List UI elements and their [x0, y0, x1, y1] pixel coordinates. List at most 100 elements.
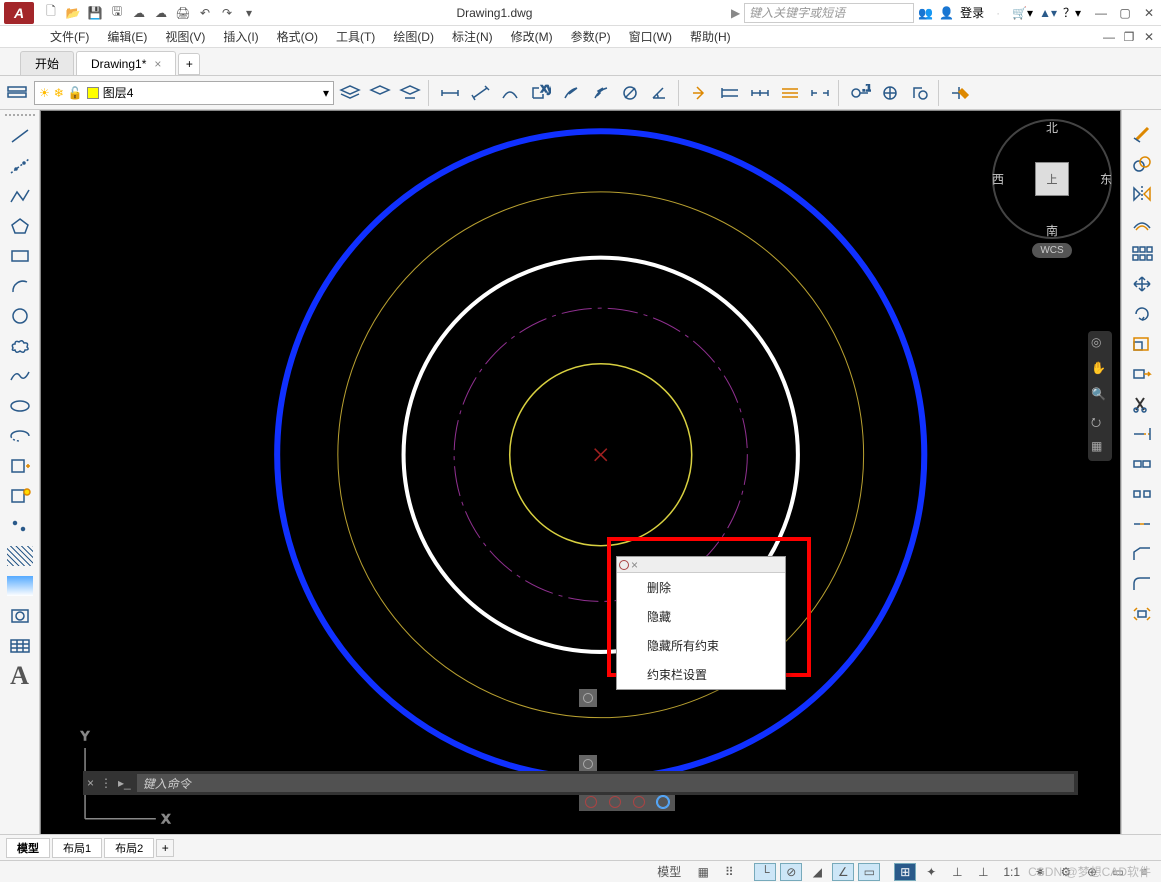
tolerance-icon[interactable]: .1: [846, 79, 874, 107]
layout-tab-layout2[interactable]: 布局2: [104, 838, 154, 858]
viewcube-north[interactable]: 北: [1046, 119, 1058, 136]
app-icon[interactable]: ▲▾: [1039, 6, 1057, 20]
sb-3dsnap-icon[interactable]: ⊥: [972, 863, 994, 881]
inspect-icon[interactable]: [906, 79, 934, 107]
menu-draw[interactable]: 绘图(D): [393, 28, 434, 45]
stretch-icon[interactable]: [1126, 360, 1158, 388]
chamfer-icon[interactable]: [1126, 540, 1158, 568]
explode-icon[interactable]: [1126, 600, 1158, 628]
search-input[interactable]: 键入关键字或短语: [744, 3, 914, 23]
menu-edit[interactable]: 编辑(E): [107, 28, 147, 45]
cloud-open-icon[interactable]: ☁: [130, 4, 148, 22]
sb-scale-label[interactable]: 1:1: [998, 863, 1025, 881]
array-icon[interactable]: [1126, 240, 1158, 268]
sb-model-button[interactable]: 模型: [650, 863, 688, 881]
make-block-icon[interactable]: [4, 482, 36, 510]
viewcube[interactable]: 上 北 南 东 西 WCS: [992, 119, 1112, 269]
redo-icon[interactable]: ↷: [218, 4, 236, 22]
sb-cycling-icon[interactable]: ⊥: [946, 863, 968, 881]
menu-dimension[interactable]: 标注(N): [452, 28, 493, 45]
tab-drawing1[interactable]: Drawing1* ×: [76, 51, 176, 75]
orbit-icon[interactable]: ⭮: [1091, 413, 1109, 431]
cmd-close-icon[interactable]: ×: [87, 776, 94, 790]
tab-add-button[interactable]: +: [178, 53, 200, 75]
menu-view[interactable]: 视图(V): [165, 28, 205, 45]
menu-tools[interactable]: 工具(T): [336, 28, 375, 45]
menu-insert[interactable]: 插入(I): [223, 28, 258, 45]
rectangle-icon[interactable]: [4, 242, 36, 270]
dim-edit-icon[interactable]: [946, 79, 974, 107]
mirror-icon[interactable]: [1126, 180, 1158, 208]
sb-snap-icon[interactable]: ⠿: [718, 863, 740, 881]
dim-angular-icon[interactable]: [646, 79, 674, 107]
hatch-icon[interactable]: [4, 542, 36, 570]
polygon-icon[interactable]: [4, 212, 36, 240]
rotate-icon[interactable]: [1126, 300, 1158, 328]
dim-linear-icon[interactable]: [436, 79, 464, 107]
constraint-bar[interactable]: [579, 793, 675, 811]
context-menu-delete[interactable]: 删除: [617, 573, 785, 602]
menu-format[interactable]: 格式(O): [277, 28, 318, 45]
sb-ortho-icon[interactable]: └: [754, 863, 776, 881]
tab-close-icon[interactable]: ×: [154, 57, 161, 71]
wheel-icon[interactable]: ◎: [1091, 335, 1109, 353]
save-icon[interactable]: 💾: [86, 4, 104, 22]
layer-properties-icon[interactable]: [4, 79, 32, 107]
layout-tab-layout1[interactable]: 布局1: [52, 838, 102, 858]
doc-restore-icon[interactable]: ❐: [1121, 29, 1137, 45]
trim-icon[interactable]: [1126, 390, 1158, 418]
context-menu-settings[interactable]: 约束栏设置: [617, 660, 785, 689]
dim-arc-icon[interactable]: [496, 79, 524, 107]
quick-dim-icon[interactable]: [686, 79, 714, 107]
undo-icon[interactable]: ↶: [196, 4, 214, 22]
join-icon[interactable]: [1126, 510, 1158, 538]
menu-help[interactable]: 帮助(H): [690, 28, 731, 45]
viewcube-south[interactable]: 南: [1046, 222, 1058, 239]
pan-icon[interactable]: ✋: [1091, 361, 1109, 379]
layer-states-icon[interactable]: [336, 79, 364, 107]
plot-icon[interactable]: 🖨: [174, 4, 192, 22]
menu-parametric[interactable]: 参数(P): [571, 28, 611, 45]
drawing-canvas[interactable]: YX × 删除 隐藏 隐藏所有约束 约束栏设置 上 北 南 东 西 WCS: [40, 110, 1121, 840]
doc-close-icon[interactable]: ✕: [1141, 29, 1157, 45]
dim-continue-icon[interactable]: [746, 79, 774, 107]
polyline-icon[interactable]: [4, 182, 36, 210]
ellipse-icon[interactable]: [4, 392, 36, 420]
dim-space-icon[interactable]: [776, 79, 804, 107]
dim-ordinate-icon[interactable]: xy: [526, 79, 554, 107]
grip-icon[interactable]: [5, 114, 35, 120]
doc-minimize-icon[interactable]: —: [1101, 29, 1117, 45]
wcs-badge[interactable]: WCS: [1032, 243, 1071, 258]
menu-modify[interactable]: 修改(M): [511, 28, 553, 45]
sb-otrack-icon[interactable]: ▭: [858, 863, 880, 881]
break-point-icon[interactable]: [1126, 450, 1158, 478]
sb-iso-icon[interactable]: ◢: [806, 863, 828, 881]
table-icon[interactable]: [4, 632, 36, 660]
context-menu-hide[interactable]: 隐藏: [617, 602, 785, 631]
layer-combo[interactable]: ☀ ❄ 🔓 图层4 ▾: [34, 81, 334, 105]
extend-icon[interactable]: [1126, 420, 1158, 448]
context-menu-header[interactable]: ×: [617, 557, 785, 573]
break-icon[interactable]: [1126, 480, 1158, 508]
construction-line-icon[interactable]: [4, 152, 36, 180]
command-line[interactable]: × ⋮ ▸_ 键入命令: [83, 771, 1078, 795]
scale-icon[interactable]: [1126, 330, 1158, 358]
layer-prev-icon[interactable]: [396, 79, 424, 107]
point-icon[interactable]: [4, 512, 36, 540]
sb-lwt-icon[interactable]: ⊞: [894, 863, 916, 881]
sb-grid-icon[interactable]: ▦: [692, 863, 714, 881]
tab-start[interactable]: 开始: [20, 51, 74, 75]
revcloud-icon[interactable]: [4, 332, 36, 360]
dim-break-icon[interactable]: [806, 79, 834, 107]
login-button[interactable]: 登录: [960, 4, 984, 21]
sb-polar-icon[interactable]: ⊘: [780, 863, 802, 881]
layout-tab-model[interactable]: 模型: [6, 838, 50, 858]
mtext-icon[interactable]: A: [4, 662, 36, 690]
constraint-marker-1[interactable]: [579, 689, 597, 707]
qat-dropdown-icon[interactable]: ▾: [240, 4, 258, 22]
user-icon[interactable]: 👤: [939, 6, 954, 20]
help-icon[interactable]: ？▾: [1063, 4, 1081, 21]
saveas-icon[interactable]: 🖫: [108, 4, 126, 22]
sb-osnap-icon[interactable]: ∠: [832, 863, 854, 881]
offset-icon[interactable]: [1126, 210, 1158, 238]
